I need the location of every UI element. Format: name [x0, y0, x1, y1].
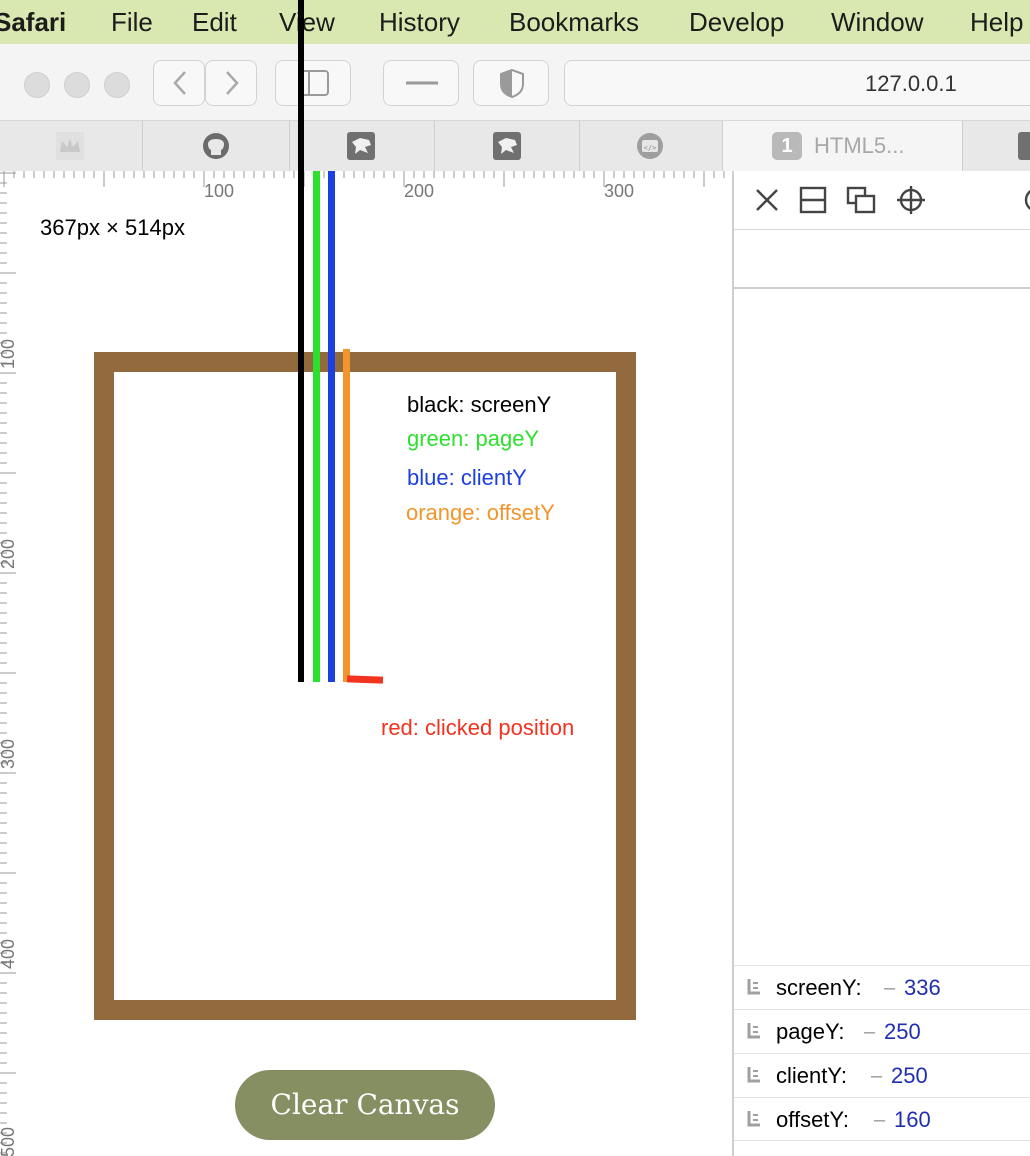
- address-text: 127.0.0.1: [865, 71, 957, 96]
- drawing-canvas[interactable]: [114, 372, 616, 1000]
- tab-html5-label: HTML5...: [814, 133, 905, 158]
- log-icon: [747, 1067, 760, 1083]
- minimize-window-button[interactable]: [64, 72, 90, 98]
- orange-offsety-line: [343, 349, 350, 682]
- chevron-right-icon: [226, 71, 239, 95]
- github-icon: [203, 133, 229, 159]
- devtools-toolbar: [734, 171, 1030, 230]
- menu-bar: Safari File Edit View History Bookmarks …: [0, 0, 1030, 44]
- dock-bottom-icon[interactable]: [798, 185, 828, 215]
- green-pagey-line: [313, 171, 320, 682]
- console-value: 160: [894, 1107, 931, 1132]
- console-value: 250: [891, 1063, 928, 1088]
- privacy-report-button[interactable]: [473, 60, 549, 106]
- legend-red: red: clicked position: [381, 715, 575, 740]
- menu-develop[interactable]: Develop: [689, 0, 784, 44]
- more-icon[interactable]: [1022, 185, 1030, 215]
- tab-overview-button[interactable]: [383, 60, 459, 106]
- clear-canvas-button[interactable]: Clear Canvas: [235, 1070, 495, 1140]
- sidebar-toggle-button[interactable]: [275, 60, 351, 106]
- console-value: 336: [904, 975, 941, 1000]
- menu-edit[interactable]: Edit: [192, 0, 237, 44]
- console-key: screenY:: [776, 975, 862, 1000]
- tab-code[interactable]: </>: [580, 121, 723, 171]
- sidebar-icon: [299, 70, 329, 96]
- tab-dragon-3[interactable]: [963, 121, 1030, 171]
- ruler-label-y: 100: [0, 338, 18, 369]
- ruler-left: [0, 172, 16, 1154]
- console-value: 250: [884, 1019, 921, 1044]
- blue-clienty-line: [328, 171, 335, 682]
- ruler-label-x: 300: [604, 181, 635, 201]
- menu-window[interactable]: Window: [831, 0, 923, 44]
- console-dash: –: [864, 1021, 876, 1043]
- address-bar[interactable]: 127.0.0.1: [564, 60, 1030, 106]
- console-entry: offsetY: – 160: [734, 1097, 1030, 1141]
- black-screeny-line: [298, 0, 304, 682]
- tab-dragon-2[interactable]: [435, 121, 580, 171]
- close-window-button[interactable]: [24, 72, 50, 98]
- ruler-label-y: 200: [0, 538, 18, 569]
- code-window-icon: </>: [637, 133, 663, 159]
- ruler-label-x: 100: [204, 181, 235, 201]
- zoom-window-button[interactable]: [104, 72, 130, 98]
- menu-safari[interactable]: Safari: [0, 0, 66, 44]
- legend-green: green: pageY: [407, 426, 540, 451]
- svg-text:</>: </>: [644, 144, 657, 152]
- menu-bookmarks[interactable]: Bookmarks: [509, 0, 639, 44]
- menu-file[interactable]: File: [111, 0, 153, 44]
- menu-history[interactable]: History: [379, 0, 460, 44]
- red-click-marker: [346, 675, 384, 684]
- dimensions-label: 367px × 514px: [40, 215, 185, 240]
- back-button[interactable]: [153, 60, 205, 106]
- legend-black: black: screenY: [407, 392, 552, 417]
- console-entry: screenY: – 336: [734, 965, 1030, 1009]
- log-icon: [747, 1111, 760, 1127]
- log-icon: [747, 1023, 760, 1039]
- close-icon[interactable]: [752, 185, 782, 215]
- devtools-subtoolbar: [734, 229, 1030, 289]
- tab-crown[interactable]: [0, 121, 143, 171]
- tab-dragon-1[interactable]: [290, 121, 435, 171]
- shield-icon: [500, 68, 524, 99]
- crown-icon: [56, 132, 84, 160]
- devtools-panel: screenY: – 336 pageY: – 250 clientY: – 2…: [732, 171, 1030, 1156]
- tab-github[interactable]: [143, 121, 290, 171]
- forward-button[interactable]: [205, 60, 257, 106]
- dragon-icon: [347, 132, 375, 160]
- ruler-label-y: 300: [0, 738, 18, 769]
- console-key: pageY:: [776, 1019, 845, 1044]
- console-entry: clientY: – 250: [734, 1053, 1030, 1097]
- log-icon: [747, 979, 760, 995]
- dragon-icon: [493, 132, 521, 160]
- legend-orange: orange: offsetY: [406, 500, 555, 525]
- console-dash: –: [884, 977, 896, 999]
- menu-help[interactable]: Help: [970, 0, 1023, 44]
- dragon-icon: [1018, 132, 1030, 160]
- web-page: 100 200 300 100 200 300 400 500 367px × …: [0, 171, 732, 1156]
- console-key: offsetY:: [776, 1107, 849, 1132]
- menu-view[interactable]: View: [279, 0, 335, 44]
- chevron-left-icon: [173, 71, 186, 95]
- minus-icon: [406, 81, 438, 85]
- ruler-label-x: 200: [404, 181, 435, 201]
- console-dash: –: [871, 1065, 883, 1087]
- detach-window-icon[interactable]: [846, 185, 876, 215]
- ruler-label-y: 500: [0, 1126, 18, 1156]
- console-dash: –: [874, 1109, 886, 1131]
- tab-badge: 1: [772, 132, 802, 160]
- browser-toolbar: 127.0.0.1: [0, 44, 1030, 121]
- legend-blue: blue: clientY: [407, 465, 527, 490]
- console-entry: pageY: – 250: [734, 1009, 1030, 1053]
- canvas-frame: [94, 352, 636, 1020]
- tab-bar: </> 1 HTML5...: [0, 121, 1030, 172]
- console-key: clientY:: [776, 1063, 847, 1088]
- ruler-label-y: 400: [0, 938, 18, 969]
- crosshair-icon[interactable]: [896, 185, 926, 215]
